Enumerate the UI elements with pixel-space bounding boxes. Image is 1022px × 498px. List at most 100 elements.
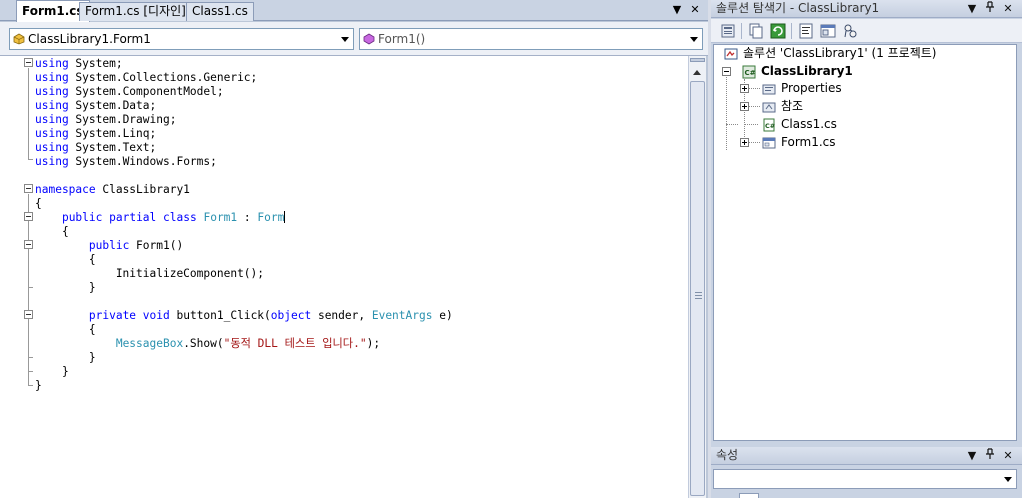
refresh-icon[interactable]	[769, 22, 787, 40]
keyword-token: using	[35, 141, 69, 154]
code-token: Form1()	[129, 239, 184, 252]
collapse-outline-icon[interactable]	[24, 310, 33, 319]
code-token: {	[35, 323, 96, 336]
code-line[interactable]: {	[35, 253, 685, 267]
chevron-down-icon[interactable]	[1004, 477, 1012, 482]
code-line[interactable]: private void button1_Click(object sender…	[35, 309, 685, 323]
close-document-icon[interactable]: ✕	[688, 3, 702, 17]
solution-icon	[724, 48, 738, 60]
expand-properties-icon[interactable]	[740, 84, 749, 93]
auto-hide-pin-icon[interactable]	[983, 448, 997, 463]
project-label: ClassLibrary1	[761, 64, 853, 78]
code-token: button1_Click(	[169, 309, 271, 322]
class-combobox[interactable]: ClassLibrary1.Form1	[9, 28, 354, 50]
show-all-files-icon[interactable]	[747, 22, 765, 40]
outline-end	[28, 357, 33, 358]
scroll-up-icon[interactable]	[690, 64, 705, 80]
code-line[interactable]: using System.Data;	[35, 99, 685, 113]
expand-form1-icon[interactable]	[740, 138, 749, 147]
chevron-down-icon[interactable]	[341, 37, 349, 42]
tab-list-dropdown-icon[interactable]: ▼	[670, 3, 684, 17]
code-line[interactable]: public Form1()	[35, 239, 685, 253]
view-code-icon[interactable]	[797, 22, 815, 40]
navigation-bar: ClassLibrary1.Form1 Form1()	[0, 22, 708, 56]
keyword-token: public	[61, 211, 103, 224]
code-token: System.Drawing;	[68, 113, 177, 126]
code-line[interactable]: }	[35, 365, 685, 379]
code-line[interactable]: using System.Linq;	[35, 127, 685, 141]
code-line[interactable]: }	[35, 281, 685, 295]
tab-form1-designer[interactable]: Form1.cs [디자인]	[79, 2, 192, 21]
method-icon	[363, 33, 375, 45]
code-line[interactable]: {	[35, 225, 685, 239]
collapse-outline-icon[interactable]	[24, 212, 33, 221]
outline-gutter	[0, 56, 34, 498]
grip-icon	[695, 292, 702, 299]
code-editor[interactable]: using System; using System.Collections.Ge…	[0, 56, 688, 498]
svg-text:C#: C#	[765, 122, 775, 130]
categorized-button[interactable]	[739, 493, 759, 498]
close-icon[interactable]: ✕	[1001, 448, 1015, 463]
code-line[interactable]	[35, 295, 685, 309]
code-token: System.ComponentModel;	[68, 85, 224, 98]
object-selector-combobox[interactable]	[713, 469, 1017, 489]
window-position-dropdown-icon[interactable]: ▼	[965, 448, 979, 463]
code-line[interactable]: using System;	[35, 57, 685, 71]
code-line[interactable]: using System.Windows.Forms;	[35, 155, 685, 169]
code-line[interactable]	[35, 169, 685, 183]
keyword-token: using	[35, 71, 69, 84]
tree-connector	[748, 106, 760, 107]
expand-references-icon[interactable]	[740, 102, 749, 111]
tree-connector	[748, 88, 760, 89]
code-line[interactable]: {	[35, 197, 685, 211]
keyword-token: namespace	[35, 183, 96, 196]
pin-icon	[986, 1, 994, 12]
class-combobox-value: ClassLibrary1.Form1	[28, 32, 151, 46]
code-token: {	[35, 225, 69, 238]
code-text[interactable]: using System; using System.Collections.Ge…	[35, 57, 685, 393]
window-position-dropdown-icon[interactable]: ▼	[965, 1, 979, 16]
collapse-project-icon[interactable]	[722, 67, 731, 76]
toolbar-separator	[741, 23, 742, 39]
code-line[interactable]: public partial class Form1 : Form	[35, 211, 685, 225]
class-view-icon[interactable]	[841, 22, 859, 40]
properties-icon[interactable]	[719, 22, 737, 40]
code-line[interactable]: {	[35, 323, 685, 337]
close-icon[interactable]: ✕	[1001, 1, 1015, 16]
properties-title: 속성	[716, 448, 739, 462]
svg-text:C#: C#	[745, 69, 756, 77]
form1-label: Form1.cs	[781, 135, 836, 149]
code-line[interactable]: }	[35, 351, 685, 365]
code-token: System;	[68, 57, 123, 70]
member-combobox[interactable]: Form1()	[359, 28, 703, 50]
keyword-token: class	[163, 211, 197, 224]
code-token: e)	[432, 309, 453, 322]
collapse-outline-icon[interactable]	[24, 240, 33, 249]
code-line[interactable]: using System.Drawing;	[35, 113, 685, 127]
references-folder-icon	[762, 102, 776, 113]
view-designer-icon[interactable]	[819, 22, 837, 40]
splitter-handle[interactable]	[690, 58, 705, 62]
auto-hide-pin-icon[interactable]	[983, 1, 997, 16]
code-line[interactable]: using System.Text;	[35, 141, 685, 155]
code-line[interactable]: using System.ComponentModel;	[35, 85, 685, 99]
code-token: System.Data;	[68, 99, 157, 112]
tree-connector	[748, 142, 760, 143]
code-line[interactable]: using System.Collections.Generic;	[35, 71, 685, 85]
code-line[interactable]: InitializeComponent();	[35, 267, 685, 281]
solution-explorer-toolbar	[711, 19, 1022, 43]
tab-class1-cs[interactable]: Class1.cs	[186, 2, 254, 21]
code-line[interactable]: namespace ClassLibrary1	[35, 183, 685, 197]
scroll-thumb[interactable]	[690, 81, 705, 496]
solution-tree[interactable]: 솔루션 'ClassLibrary1' (1 프로젝트) C# ClassLib…	[713, 44, 1017, 441]
editor-vertical-scrollbar[interactable]	[688, 56, 706, 498]
references-label: 참조	[781, 99, 804, 113]
code-line[interactable]: MessageBox.Show("동적 DLL 테스트 입니다.");	[35, 337, 685, 351]
document-tab-strip: Form1.cs Form1.cs [디자인] Class1.cs ▼ ✕	[0, 0, 708, 22]
pin-icon	[986, 448, 994, 459]
collapse-outline-icon[interactable]	[24, 58, 33, 67]
collapse-outline-icon[interactable]	[24, 184, 33, 193]
code-line[interactable]: }	[35, 379, 685, 393]
chevron-down-icon[interactable]	[690, 37, 698, 42]
